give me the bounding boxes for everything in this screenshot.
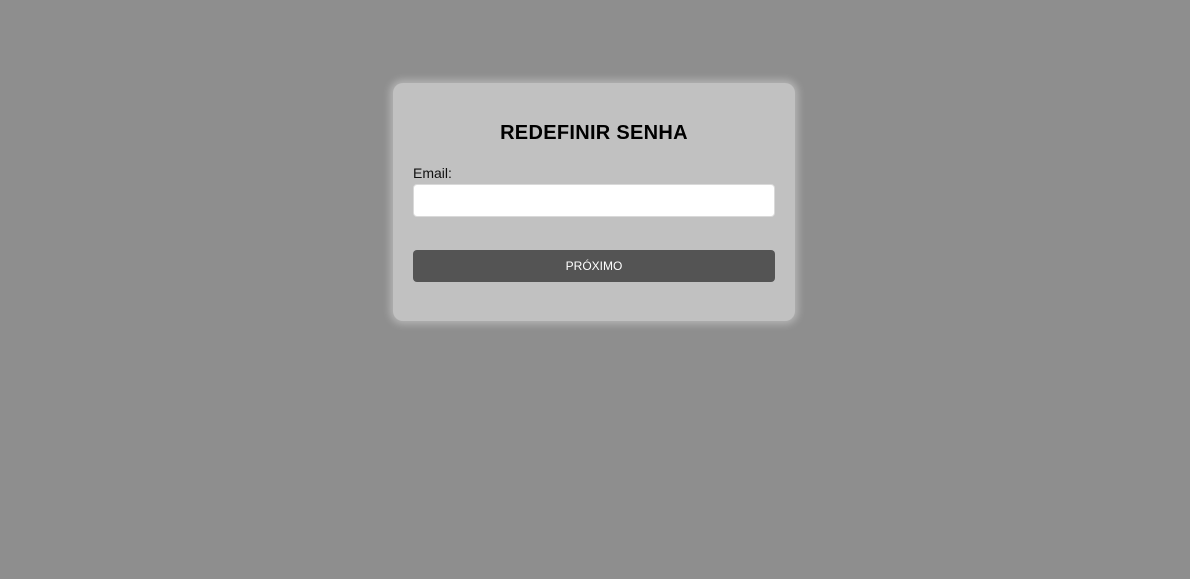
reset-password-card: REDEFINIR SENHA Email: PRÓXIMO [393,83,795,321]
email-label: Email: [413,165,452,181]
page-title: REDEFINIR SENHA [500,122,688,144]
email-field[interactable] [413,184,775,217]
next-button[interactable]: PRÓXIMO [413,250,775,282]
